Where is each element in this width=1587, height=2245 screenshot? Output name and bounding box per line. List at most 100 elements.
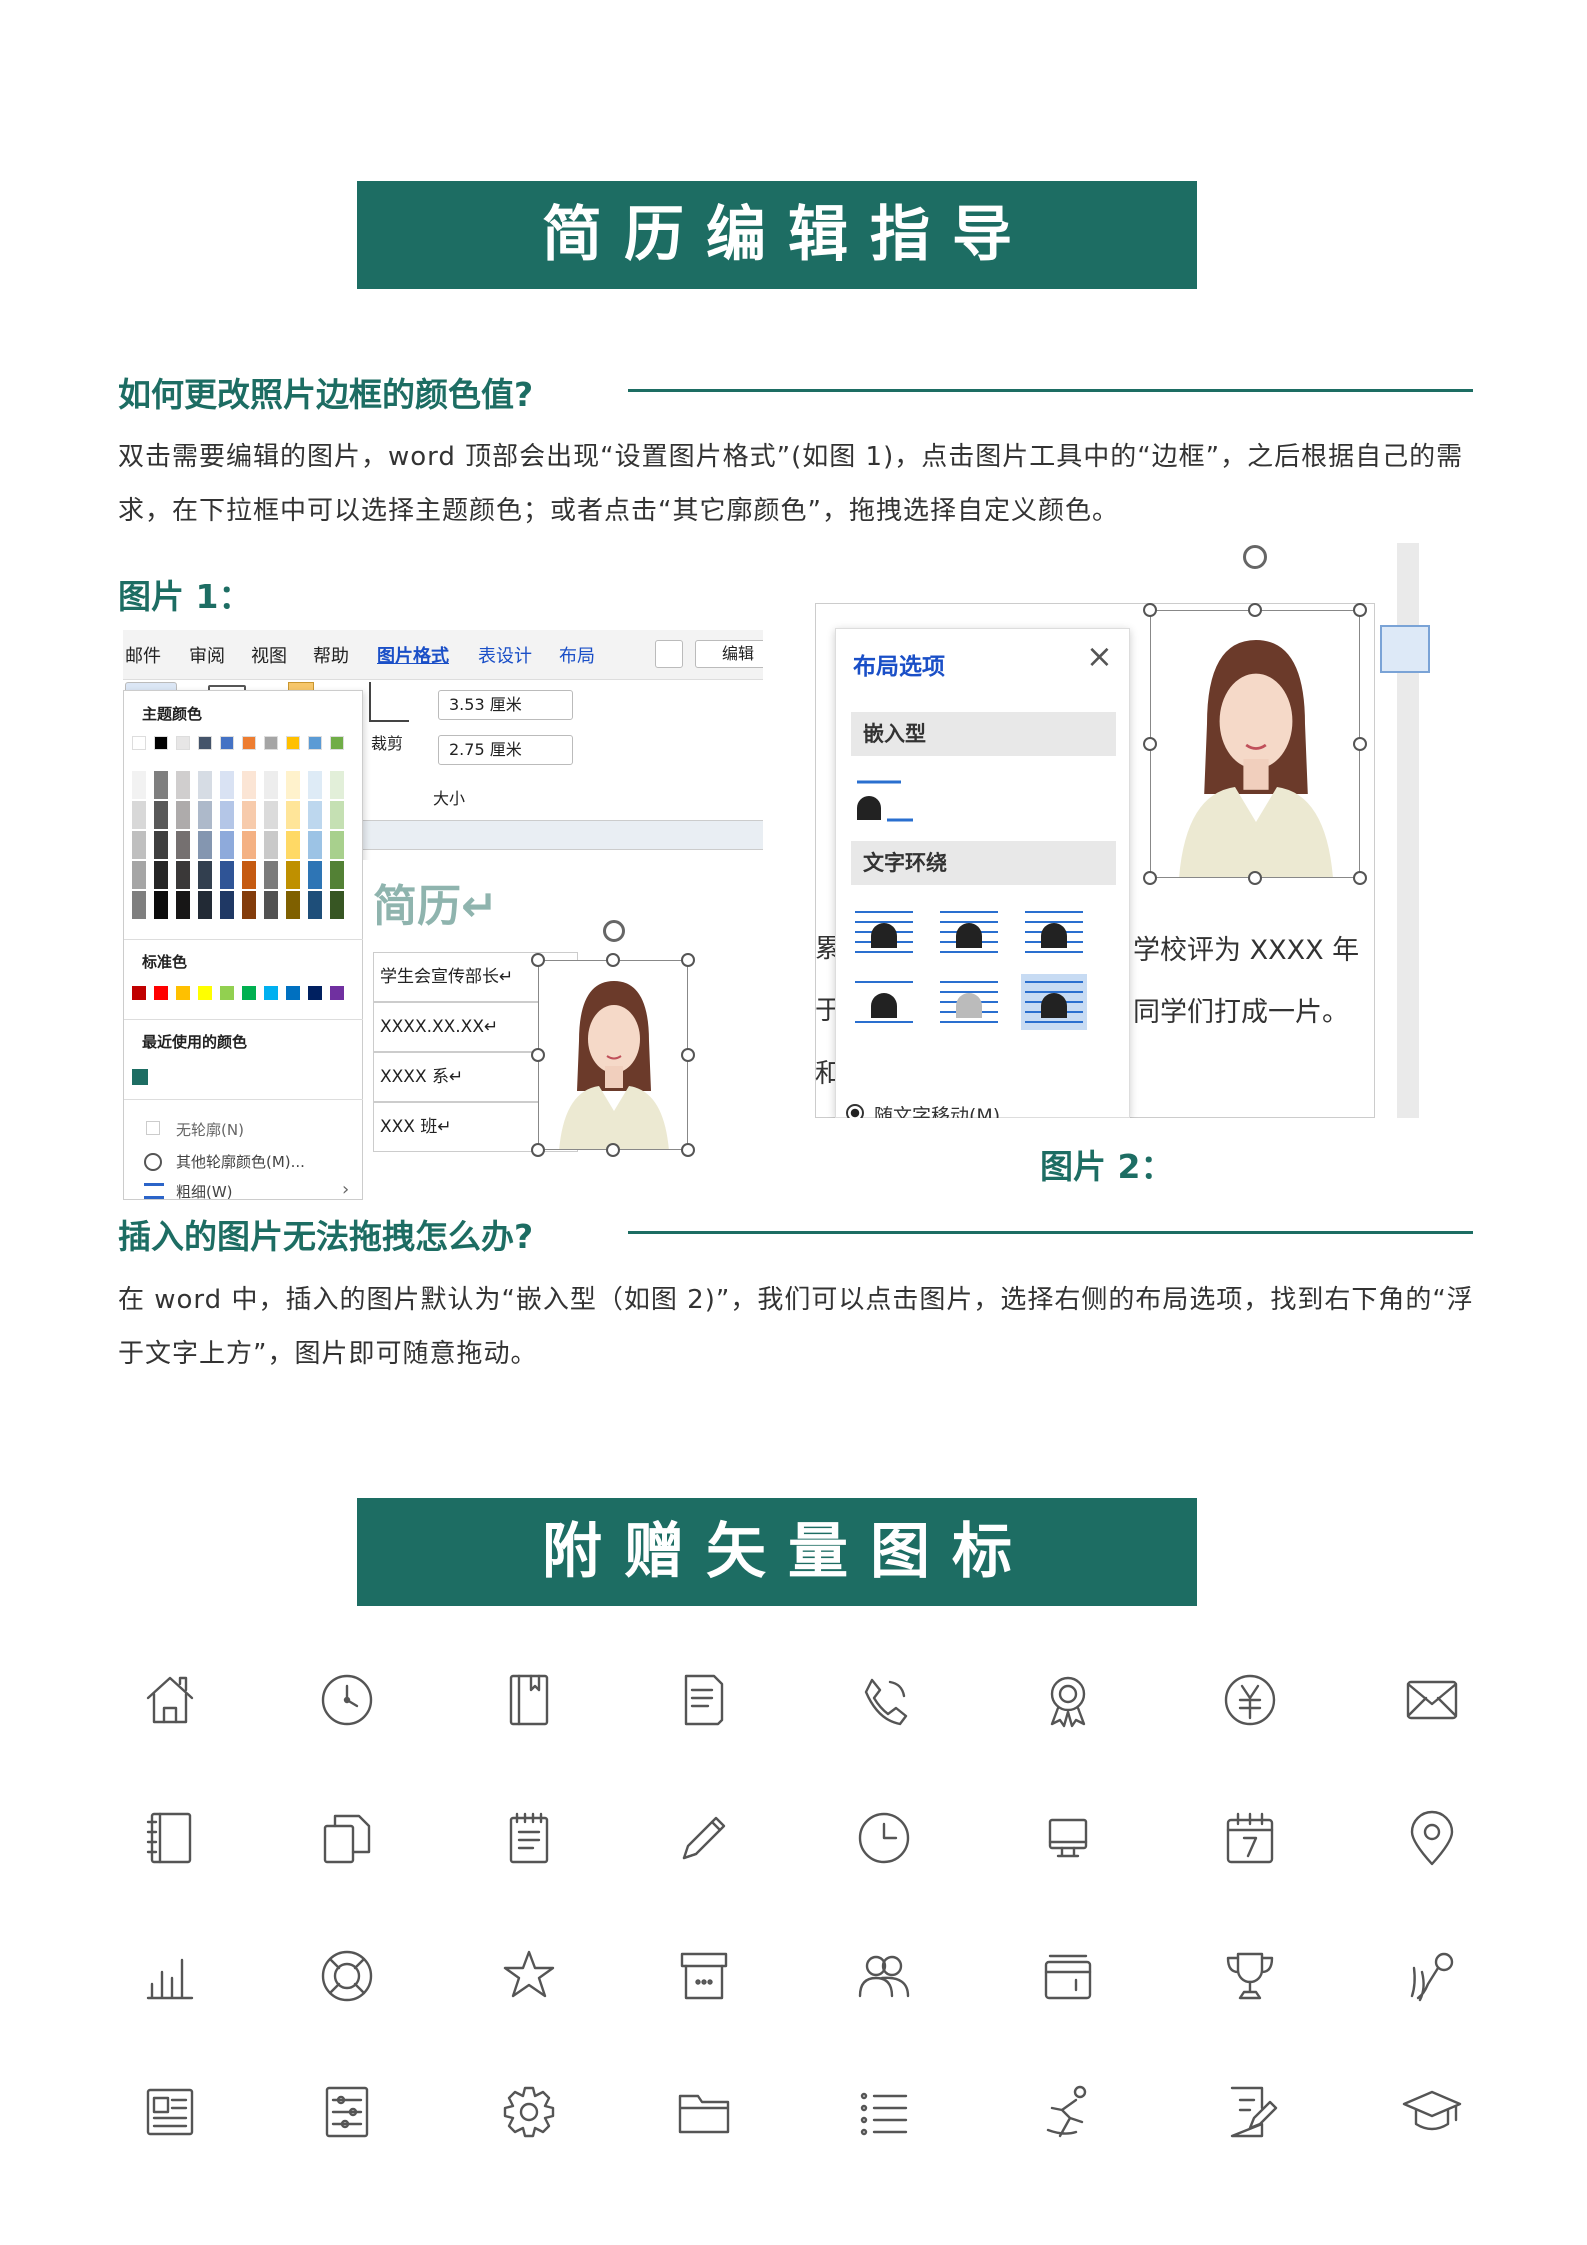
theme-color-swatch[interactable] bbox=[330, 736, 344, 750]
resize-handle[interactable] bbox=[681, 953, 695, 967]
resize-handle[interactable] bbox=[1143, 603, 1157, 617]
portrait-photo[interactable] bbox=[1150, 610, 1360, 878]
theme-color-swatch[interactable] bbox=[308, 831, 322, 859]
tab-review[interactable]: 审阅 bbox=[189, 642, 225, 668]
standard-color-swatch[interactable] bbox=[176, 986, 190, 1000]
theme-color-swatch[interactable] bbox=[154, 831, 168, 859]
theme-color-swatch[interactable] bbox=[242, 801, 256, 829]
inline-layout-icon[interactable] bbox=[851, 774, 917, 830]
wrap-layout-icon[interactable] bbox=[1021, 904, 1087, 960]
theme-color-swatch[interactable] bbox=[220, 891, 234, 919]
theme-color-swatch[interactable] bbox=[198, 891, 212, 919]
theme-color-swatch[interactable] bbox=[308, 736, 322, 750]
rotate-handle-icon[interactable] bbox=[603, 920, 625, 942]
layout-options-button[interactable] bbox=[1380, 625, 1430, 673]
tab-view[interactable]: 视图 bbox=[251, 642, 287, 668]
theme-color-swatch[interactable] bbox=[242, 736, 256, 750]
theme-color-swatch[interactable] bbox=[132, 771, 146, 799]
theme-color-swatch[interactable] bbox=[132, 736, 146, 750]
wrap-layout-icon[interactable] bbox=[851, 904, 917, 960]
theme-color-swatch[interactable] bbox=[198, 736, 212, 750]
theme-color-swatch[interactable] bbox=[220, 801, 234, 829]
theme-color-swatch[interactable] bbox=[286, 861, 300, 889]
resize-handle[interactable] bbox=[1143, 737, 1157, 751]
theme-color-swatch[interactable] bbox=[308, 891, 322, 919]
theme-color-swatch[interactable] bbox=[330, 801, 344, 829]
standard-color-swatch[interactable] bbox=[220, 986, 234, 1000]
theme-color-swatch[interactable] bbox=[242, 771, 256, 799]
standard-color-swatch[interactable] bbox=[264, 986, 278, 1000]
portrait-photo[interactable] bbox=[538, 960, 688, 1150]
theme-color-swatch[interactable] bbox=[198, 831, 212, 859]
theme-color-swatch[interactable] bbox=[308, 861, 322, 889]
move-with-text-radio[interactable] bbox=[846, 1104, 864, 1118]
theme-color-swatch[interactable] bbox=[264, 771, 278, 799]
theme-color-swatch[interactable] bbox=[132, 801, 146, 829]
close-icon[interactable]: × bbox=[1086, 637, 1113, 675]
resize-handle[interactable] bbox=[681, 1143, 695, 1157]
theme-color-swatch[interactable] bbox=[330, 861, 344, 889]
theme-color-swatch[interactable] bbox=[132, 891, 146, 919]
theme-color-swatch[interactable] bbox=[264, 831, 278, 859]
tab-table-design[interactable]: 表设计 bbox=[478, 642, 532, 668]
crop-icon[interactable] bbox=[369, 682, 409, 722]
theme-color-swatch[interactable] bbox=[154, 861, 168, 889]
resize-handle[interactable] bbox=[531, 1048, 545, 1062]
theme-color-swatch[interactable] bbox=[154, 771, 168, 799]
theme-color-swatch[interactable] bbox=[330, 771, 344, 799]
resize-handle[interactable] bbox=[531, 953, 545, 967]
theme-color-swatch[interactable] bbox=[264, 891, 278, 919]
theme-color-swatch[interactable] bbox=[132, 861, 146, 889]
theme-color-swatch[interactable] bbox=[286, 891, 300, 919]
theme-color-swatch[interactable] bbox=[198, 861, 212, 889]
theme-color-swatch[interactable] bbox=[154, 891, 168, 919]
recent-color-swatch[interactable] bbox=[132, 1069, 148, 1085]
theme-color-swatch[interactable] bbox=[154, 801, 168, 829]
theme-color-swatch[interactable] bbox=[308, 771, 322, 799]
theme-color-swatch[interactable] bbox=[176, 736, 190, 750]
tab-help[interactable]: 帮助 bbox=[313, 642, 349, 668]
wrap-layout-icon[interactable] bbox=[851, 974, 917, 1030]
wrap-layout-icon[interactable] bbox=[936, 904, 1002, 960]
standard-color-swatch[interactable] bbox=[286, 986, 300, 1000]
wrap-layout-icon[interactable] bbox=[936, 974, 1002, 1030]
comment-icon[interactable] bbox=[655, 640, 683, 668]
theme-color-swatch[interactable] bbox=[286, 771, 300, 799]
theme-color-swatch[interactable] bbox=[132, 831, 146, 859]
theme-color-swatch[interactable] bbox=[220, 771, 234, 799]
theme-color-swatch[interactable] bbox=[176, 861, 190, 889]
width-input[interactable]: 2.75 厘米 bbox=[438, 735, 573, 765]
theme-color-swatch[interactable] bbox=[176, 831, 190, 859]
theme-color-swatch[interactable] bbox=[242, 831, 256, 859]
resize-handle[interactable] bbox=[1248, 603, 1262, 617]
theme-color-swatch[interactable] bbox=[220, 861, 234, 889]
wrap-layout-icon[interactable] bbox=[1021, 974, 1087, 1030]
edit-button[interactable]: 编辑 bbox=[695, 640, 763, 668]
theme-color-swatch[interactable] bbox=[198, 801, 212, 829]
height-input[interactable]: 3.53 厘米 bbox=[438, 690, 573, 720]
theme-color-swatch[interactable] bbox=[242, 891, 256, 919]
theme-color-swatch[interactable] bbox=[330, 831, 344, 859]
resize-handle[interactable] bbox=[1143, 871, 1157, 885]
standard-color-swatch[interactable] bbox=[242, 986, 256, 1000]
tab-layout[interactable]: 布局 bbox=[559, 642, 595, 668]
theme-color-swatch[interactable] bbox=[176, 891, 190, 919]
theme-color-swatch[interactable] bbox=[176, 801, 190, 829]
resize-handle[interactable] bbox=[606, 953, 620, 967]
standard-color-swatch[interactable] bbox=[308, 986, 322, 1000]
theme-color-swatch[interactable] bbox=[176, 771, 190, 799]
standard-color-swatch[interactable] bbox=[154, 986, 168, 1000]
rotate-handle-icon[interactable] bbox=[1243, 545, 1267, 569]
tab-picture-format[interactable]: 图片格式 bbox=[377, 642, 449, 668]
theme-color-swatch[interactable] bbox=[308, 801, 322, 829]
resize-handle[interactable] bbox=[531, 1143, 545, 1157]
resize-handle[interactable] bbox=[1248, 871, 1262, 885]
resize-handle[interactable] bbox=[681, 1048, 695, 1062]
theme-color-swatch[interactable] bbox=[286, 801, 300, 829]
standard-color-swatch[interactable] bbox=[132, 986, 146, 1000]
weight-option[interactable]: 粗细(W) bbox=[176, 1181, 233, 1200]
resize-handle[interactable] bbox=[606, 1143, 620, 1157]
theme-color-swatch[interactable] bbox=[330, 891, 344, 919]
no-outline-option[interactable]: 无轮廓(N) bbox=[176, 1119, 244, 1140]
standard-color-swatch[interactable] bbox=[198, 986, 212, 1000]
